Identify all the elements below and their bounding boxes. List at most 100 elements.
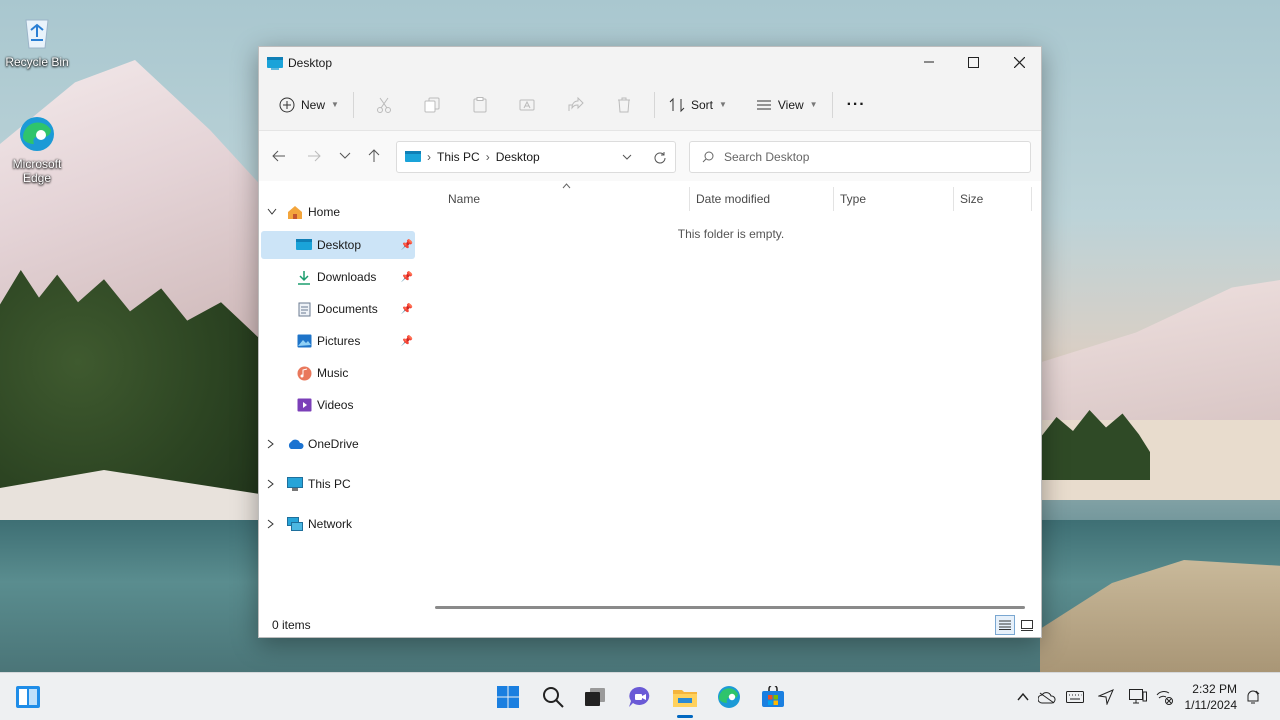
sidebar-item-videos[interactable]: Videos — [261, 391, 415, 419]
chevron-down-icon: ▼ — [809, 100, 818, 109]
document-icon — [295, 301, 313, 317]
chevron-down-icon[interactable] — [622, 154, 632, 161]
share-icon — [568, 96, 584, 111]
pin-icon[interactable]: 📌 — [401, 272, 413, 283]
refresh-icon[interactable] — [653, 151, 666, 164]
sidebar-item-home[interactable]: Home — [267, 198, 417, 226]
pin-icon[interactable]: 📌 — [401, 240, 413, 251]
file-explorer-taskbar-button[interactable] — [671, 683, 699, 711]
search-icon — [543, 687, 564, 708]
sidebar-item-music[interactable]: Music — [261, 359, 415, 387]
back-button[interactable] — [267, 144, 291, 168]
download-icon — [295, 269, 313, 285]
paste-button[interactable] — [456, 89, 504, 121]
sidebar-item-label: Network — [308, 517, 353, 531]
empty-folder-message: This folder is empty. — [677, 227, 785, 241]
delete-button[interactable] — [600, 89, 648, 121]
column-divider[interactable] — [953, 187, 954, 211]
desktop-icon-recycle-bin[interactable]: Recycle Bin — [0, 12, 74, 69]
sidebar-item-label: Desktop — [317, 238, 362, 252]
chat-button[interactable] — [626, 683, 654, 711]
rename-button[interactable] — [504, 89, 552, 121]
recent-locations-button[interactable] — [333, 144, 357, 168]
display-tray-button[interactable] — [1128, 687, 1148, 707]
task-view-button[interactable] — [581, 683, 609, 711]
forward-button[interactable] — [302, 144, 326, 168]
column-header-name[interactable]: Name — [448, 192, 480, 206]
sidebar-item-documents[interactable]: Documents 📌 — [261, 295, 415, 323]
column-divider[interactable] — [689, 187, 690, 211]
sidebar-item-desktop[interactable]: Desktop 📌 — [261, 231, 415, 259]
command-bar: New ▼ Sort ▼ View ▼ ··· — [259, 79, 1041, 131]
pin-icon[interactable]: 📌 — [401, 304, 413, 315]
network-icon — [286, 516, 304, 532]
clock-time: 2:32 PM — [1192, 682, 1237, 696]
store-taskbar-button[interactable] — [759, 683, 787, 711]
wallpaper-mountain-right — [1040, 280, 1280, 430]
title-bar[interactable]: Desktop — [259, 47, 1041, 79]
column-header-size[interactable]: Size — [960, 192, 983, 206]
file-list[interactable]: Name Date modified Type Size This folder… — [421, 181, 1041, 601]
address-bar[interactable]: › This PC › Desktop — [396, 141, 676, 173]
minimize-button[interactable] — [906, 47, 952, 77]
system-clock[interactable]: 2:32 PM 1/11/2024 — [1185, 681, 1238, 713]
paste-icon — [473, 96, 487, 112]
keyboard-tray-button[interactable] — [1065, 687, 1085, 707]
desktop-icon-edge[interactable]: Microsoft Edge — [0, 114, 74, 185]
clock-date: 1/11/2024 — [1184, 698, 1238, 712]
pin-icon[interactable]: 📌 — [401, 336, 413, 347]
widgets-button[interactable] — [14, 683, 42, 711]
home-icon — [286, 204, 304, 220]
sidebar-item-this-pc[interactable]: This PC — [267, 470, 417, 498]
store-icon — [762, 686, 784, 707]
onedrive-tray-button[interactable] — [1037, 687, 1057, 707]
copy-button[interactable] — [408, 89, 456, 121]
up-button[interactable] — [362, 144, 386, 168]
column-header-date-modified[interactable]: Date modified — [696, 192, 770, 206]
close-button[interactable] — [996, 47, 1042, 77]
share-button[interactable] — [552, 89, 600, 121]
maximize-icon — [967, 56, 979, 68]
sidebar-item-label: Videos — [317, 398, 354, 412]
edge-icon — [718, 686, 740, 708]
tiles-view-button[interactable] — [1017, 615, 1037, 635]
more-options-button[interactable]: ··· — [839, 89, 874, 121]
sort-button[interactable]: Sort ▼ — [661, 89, 735, 121]
desktop-icon-label: Recycle Bin — [5, 55, 69, 69]
onedrive-icon — [1038, 691, 1056, 703]
search-box[interactable]: Search Desktop — [689, 141, 1031, 173]
sidebar-item-downloads[interactable]: Downloads 📌 — [261, 263, 415, 291]
cut-button[interactable] — [360, 89, 408, 121]
taskbar-search-button[interactable] — [539, 683, 567, 711]
view-button[interactable]: View ▼ — [748, 89, 826, 121]
delete-icon — [617, 97, 630, 112]
search-icon — [702, 151, 714, 163]
new-button[interactable]: New ▼ — [271, 89, 347, 121]
taskbar: 2:32 PM 1/11/2024 — [0, 672, 1280, 720]
start-button[interactable] — [494, 683, 522, 711]
horizontal-scrollbar[interactable] — [435, 606, 1025, 609]
maximize-button[interactable] — [950, 47, 996, 77]
column-divider[interactable] — [1031, 187, 1032, 211]
breadcrumb-desktop[interactable]: Desktop — [496, 150, 540, 164]
column-header-type[interactable]: Type — [840, 192, 866, 206]
location-tray-button[interactable] — [1096, 687, 1116, 707]
onedrive-icon — [286, 436, 304, 452]
edge-taskbar-button[interactable] — [715, 683, 743, 711]
breadcrumb-this-pc[interactable]: This PC — [437, 150, 480, 164]
cut-icon — [376, 97, 391, 113]
task-view-icon — [585, 688, 605, 706]
network-tray-button[interactable] — [1155, 687, 1175, 707]
sidebar-item-onedrive[interactable]: OneDrive — [267, 430, 417, 458]
details-view-button[interactable] — [995, 615, 1015, 635]
chevron-down-icon — [339, 152, 351, 159]
sidebar-item-pictures[interactable]: Pictures 📌 — [261, 327, 415, 355]
notifications-button[interactable] — [1243, 687, 1263, 707]
picture-icon — [295, 333, 313, 349]
show-hidden-icons-button[interactable] — [1013, 687, 1033, 707]
column-divider[interactable] — [833, 187, 834, 211]
edge-icon — [17, 114, 57, 154]
sidebar-item-label: Downloads — [317, 270, 377, 284]
sidebar-item-network[interactable]: Network — [267, 510, 417, 538]
file-explorer-window[interactable]: Desktop New ▼ Sort ▼ View ▼ ··· › This P… — [258, 46, 1042, 638]
